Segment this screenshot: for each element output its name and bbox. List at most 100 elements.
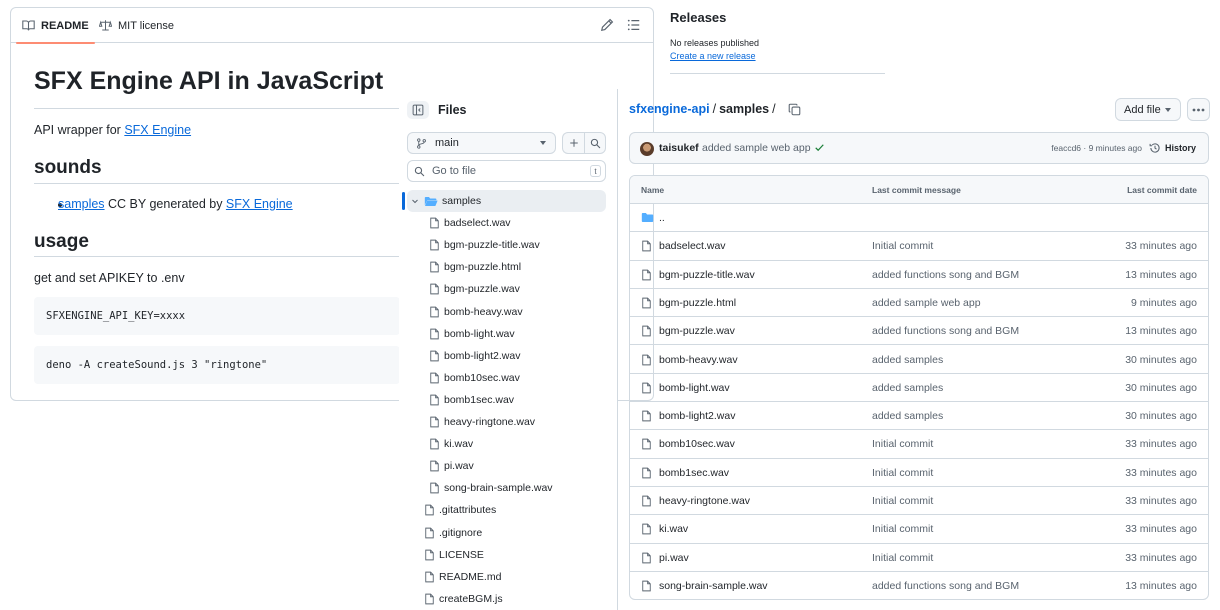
tree-item-label: bomb-light2.wav <box>444 349 521 362</box>
tree-item-folder[interactable]: samples <box>402 190 606 212</box>
file-name-link[interactable]: badselect.wav <box>659 240 726 252</box>
file-name-link[interactable]: bomb-light.wav <box>659 382 730 394</box>
file-name-link[interactable]: bgm-puzzle.html <box>659 297 736 309</box>
commit-message-link[interactable]: added samples <box>872 354 943 366</box>
divider <box>34 256 404 257</box>
tree-item-label: ki.wav <box>444 438 474 451</box>
tree-item-file[interactable]: bomb-light2.wav <box>407 345 606 367</box>
list-unordered-icon <box>627 18 641 32</box>
tree-item-file[interactable]: song-brain-sample.wav <box>407 477 606 499</box>
tab-readme-label: README <box>41 19 89 32</box>
tree-item-file[interactable]: bgm-puzzle.html <box>407 256 606 278</box>
file-name-link[interactable]: bomb-heavy.wav <box>659 354 738 366</box>
history-button[interactable]: History <box>1149 142 1196 154</box>
commit-message-link[interactable]: Initial commit <box>872 523 933 535</box>
commit-message-link[interactable]: Initial commit <box>872 438 933 450</box>
folder-icon <box>641 212 654 223</box>
tab-readme[interactable]: README <box>16 8 95 44</box>
add-file-tree-button[interactable] <box>562 132 584 154</box>
column-header-date: Last commit date <box>1127 185 1197 195</box>
commit-message-link[interactable]: added samples <box>872 382 943 394</box>
file-name-link[interactable]: song-brain-sample.wav <box>659 580 768 592</box>
file-name-link[interactable]: heavy-ringtone.wav <box>659 495 750 507</box>
more-options-button[interactable] <box>1187 98 1210 121</box>
tree-item-label: bgm-puzzle.html <box>444 261 522 274</box>
samples-link[interactable]: samples <box>58 197 105 211</box>
branch-selector[interactable]: main <box>407 132 556 154</box>
commit-message-link[interactable]: Initial commit <box>872 495 933 507</box>
file-icon <box>429 394 440 406</box>
file-name-link[interactable]: bomb1sec.wav <box>659 467 729 479</box>
edit-file-button[interactable] <box>600 17 616 33</box>
file-name-link[interactable]: pi.wav <box>659 552 689 564</box>
commit-message-link[interactable]: Initial commit <box>872 467 933 479</box>
file-name-link[interactable]: bgm-puzzle.wav <box>659 325 735 337</box>
tree-item-label: LICENSE <box>439 548 484 561</box>
tree-item-file[interactable]: bgm-puzzle-title.wav <box>407 234 606 256</box>
search-tree-button[interactable] <box>584 132 606 154</box>
tree-item-file[interactable]: .gitignore <box>407 522 606 544</box>
commit-date: 33 minutes ago <box>1125 551 1197 564</box>
tree-item-file[interactable]: heavy-ringtone.wav <box>407 411 606 433</box>
tree-item-file[interactable]: bomb-heavy.wav <box>407 301 606 323</box>
go-to-file-placeholder: Go to file <box>432 165 477 177</box>
tree-item-file[interactable]: bomb-light.wav <box>407 323 606 345</box>
file-icon <box>429 261 440 273</box>
sfx-engine-link-2[interactable]: SFX Engine <box>226 197 293 211</box>
go-to-file-input[interactable]: Go to file t <box>407 160 606 182</box>
tree-item-file[interactable]: README.md <box>407 566 606 588</box>
file-icon <box>641 240 652 252</box>
commit-message-link[interactable]: added sample web app <box>702 142 811 154</box>
file-icon <box>424 571 435 583</box>
commit-message-link[interactable]: Initial commit <box>872 552 933 564</box>
table-row: bomb10sec.wav Initial commit 33 minutes ag… <box>630 430 1208 459</box>
tab-license[interactable]: MIT license <box>99 8 174 43</box>
code-block-command: deno -A createSound.js 3 "ringtone" <box>34 346 400 384</box>
tree-item-file[interactable]: badselect.wav <box>407 212 606 234</box>
file-name-link[interactable]: bgm-puzzle-title.wav <box>659 269 755 281</box>
chevron-down-icon <box>540 141 546 145</box>
parent-directory-link[interactable]: .. <box>659 212 665 224</box>
file-icon <box>429 350 440 362</box>
tree-item-file[interactable]: bomb1sec.wav <box>407 389 606 411</box>
avatar[interactable] <box>640 142 654 156</box>
code-block-env: SFXENGINE_API_KEY=xxxx <box>34 297 400 335</box>
sfx-engine-link[interactable]: SFX Engine <box>124 123 191 137</box>
commit-message-link[interactable]: added functions song and BGM <box>872 269 1019 281</box>
file-icon <box>424 549 435 561</box>
create-release-link[interactable]: Create a new release <box>670 51 756 61</box>
parent-directory-row[interactable]: .. <box>630 204 1208 233</box>
intro-paragraph: API wrapper for SFX Engine <box>34 123 191 137</box>
breadcrumb-current: samples <box>719 102 770 116</box>
file-icon <box>641 325 652 337</box>
breadcrumb-repo-link[interactable]: sfxengine-api <box>629 102 710 116</box>
chevron-down-icon[interactable] <box>411 197 419 205</box>
outline-button[interactable] <box>627 17 643 33</box>
file-name-link[interactable]: bomb-light2.wav <box>659 410 735 422</box>
tree-item-file[interactable]: ki.wav <box>407 433 606 455</box>
commit-message-link[interactable]: Initial commit <box>872 240 933 252</box>
tree-item-file[interactable]: .gitattributes <box>407 499 606 521</box>
tree-item-file[interactable]: bomb10sec.wav <box>407 367 606 389</box>
tree-item-file[interactable]: pi.wav <box>407 455 606 477</box>
tree-item-label: bomb10sec.wav <box>444 371 520 384</box>
tree-item-file[interactable]: createBGM.js <box>407 588 606 610</box>
readme-title: SFX Engine API in JavaScript <box>34 67 384 95</box>
commit-author-link[interactable]: taisukef <box>659 142 699 154</box>
table-row: song-brain-sample.wav added functions son… <box>630 572 1208 599</box>
add-file-button[interactable]: Add file <box>1115 98 1181 121</box>
copy-path-icon[interactable] <box>788 103 801 116</box>
tree-item-file[interactable]: LICENSE <box>407 544 606 566</box>
file-icon <box>641 269 652 281</box>
commit-message-link[interactable]: added functions song and BGM <box>872 325 1019 337</box>
file-name-link[interactable]: ki.wav <box>659 523 688 535</box>
commit-message-link[interactable]: added functions song and BGM <box>872 580 1019 592</box>
collapse-tree-button[interactable] <box>407 101 429 119</box>
commit-sha-time[interactable]: feaccd6 · 9 minutes ago <box>1051 143 1142 153</box>
file-name-link[interactable]: bomb10sec.wav <box>659 438 735 450</box>
check-icon[interactable] <box>814 142 825 153</box>
column-header-name: Name <box>641 185 665 195</box>
tree-item-file[interactable]: bgm-puzzle.wav <box>407 278 606 300</box>
commit-message-link[interactable]: added sample web app <box>872 297 981 309</box>
commit-message-link[interactable]: added samples <box>872 410 943 422</box>
